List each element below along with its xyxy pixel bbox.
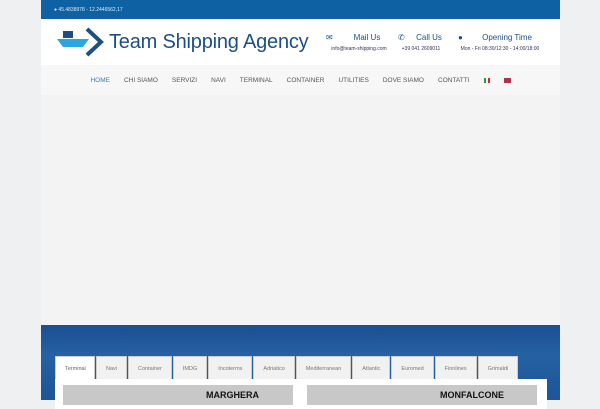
mail-title: Mail Us (353, 33, 381, 42)
tab-mediterranean[interactable]: Mediterranean (295, 356, 352, 380)
italian-flag-icon[interactable] (477, 77, 497, 83)
header: Team Shipping Agency ✉ Mail Us info@team… (41, 19, 560, 67)
envelope-icon: ✉ (326, 33, 333, 42)
coordinates: 45.4838978 - 12.2446562,17 (58, 7, 123, 13)
phone-icon: ✆ (398, 33, 405, 42)
marghera-map[interactable]: MARGHERA (63, 385, 293, 405)
hours-text: Mon - Fri 08:30/12:30 - 14:00/18:00 (460, 46, 540, 52)
slider-area (41, 95, 560, 325)
tab-grimaldi[interactable]: Grimaldi (477, 356, 519, 380)
hours-title: Opening Time (482, 33, 532, 42)
tab-bar: Terminal Navi Container IMDG Incoterms A… (55, 356, 519, 380)
call-info[interactable]: ✆ Call Us +39 041 2609011 (398, 33, 444, 52)
clock-icon: ● (458, 33, 463, 42)
tab-container[interactable]: Container (128, 356, 172, 380)
hours-info: ● Opening Time Mon - Fri 08:30/12:30 - 1… (458, 33, 542, 52)
nav-navi[interactable]: NAVI (204, 77, 233, 84)
mail-address: info@team-shipping.com (331, 46, 387, 52)
tab-panel: MARGHERA MONFALCONE (55, 379, 547, 409)
map-label: MARGHERA (206, 390, 259, 400)
logo-text: Team Shipping Agency (109, 30, 309, 53)
mail-info[interactable]: ✉ Mail Us info@team-shipping.com (326, 33, 392, 52)
ship-logo-icon (57, 27, 104, 57)
map-label: MONFALCONE (440, 390, 504, 400)
map-pin-icon: ● (54, 7, 58, 13)
phone-number: +39 041 2609011 (401, 46, 441, 52)
nav-contatti[interactable]: CONTATTI (431, 77, 477, 84)
tab-euromed[interactable]: Euromed (391, 356, 434, 380)
monfalcone-map[interactable]: MONFALCONE (307, 385, 537, 405)
tab-imdg[interactable]: IMDG (172, 356, 208, 380)
uk-flag-icon[interactable] (497, 77, 518, 83)
tabs-section: Terminal Navi Container IMDG Incoterms A… (41, 325, 560, 409)
nav-utilities[interactable]: UTILITIES (331, 77, 375, 84)
top-bar: ● 45.4838978 - 12.2446562,17 (41, 0, 560, 19)
tab-terminal[interactable]: Terminal (55, 356, 95, 380)
nav-dove-siamo[interactable]: DOVE SIAMO (376, 77, 431, 84)
nav-chi-siamo[interactable]: CHI SIAMO (117, 77, 165, 84)
nav-container[interactable]: CONTAINER (280, 77, 332, 84)
tab-navi[interactable]: Navi (96, 356, 128, 380)
tab-incoterms[interactable]: Incoterms (208, 356, 253, 380)
nav-servizi[interactable]: SERVIZI (165, 77, 204, 84)
tab-atlantic[interactable]: Atlantic (352, 356, 391, 380)
nav-home[interactable]: HOME (83, 77, 117, 84)
tab-finnlines[interactable]: Finnlines (434, 356, 477, 380)
tab-adriatico[interactable]: Adriatico (253, 356, 295, 380)
logo[interactable]: Team Shipping Agency (57, 27, 309, 57)
main-nav: HOME CHI SIAMO SERVIZI NAVI TERMINAL CON… (41, 65, 560, 95)
nav-terminal[interactable]: TERMINAL (233, 77, 280, 84)
